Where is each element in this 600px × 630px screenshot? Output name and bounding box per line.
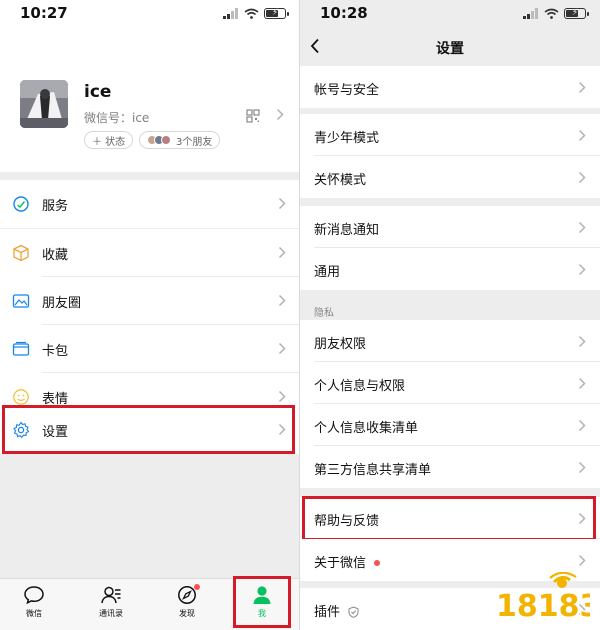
chat-bubble-icon — [24, 586, 44, 605]
site-watermark-logo: 18183 — [495, 572, 590, 624]
tab-discover[interactable]: 发现 — [163, 584, 211, 627]
section-title-privacy: 隐私 — [314, 308, 334, 319]
qr-code-icon[interactable] — [246, 109, 260, 123]
settings-item-label-wrap: 插件 — [314, 601, 359, 620]
chevron-right-icon — [278, 197, 286, 210]
tab-label: 发现 — [179, 609, 195, 618]
sticker-icon — [13, 389, 29, 405]
chevron-right-icon — [578, 377, 586, 390]
menu-item-moments[interactable]: 朋友圈 — [0, 277, 300, 325]
me-tab-highlight-box — [233, 576, 291, 628]
friends-pill[interactable]: 3个朋友 — [139, 131, 221, 149]
settings-highlight-box — [2, 405, 295, 454]
shield-icon — [348, 605, 359, 618]
favorites-icon — [13, 244, 29, 262]
help-feedback-highlight-box — [302, 496, 596, 541]
tab-label: 通讯录 — [99, 609, 123, 618]
signal-icon — [523, 7, 538, 19]
chevron-right-icon — [578, 81, 586, 94]
status-icons: ⚡ — [523, 7, 589, 19]
settings-item-label: 朋友权限 — [314, 337, 367, 352]
profile-card[interactable]: ice 微信号：ice ＋ 状态 3个朋友 — [0, 26, 300, 172]
chevron-right-icon — [578, 221, 586, 234]
status-time: 10:28 — [320, 4, 368, 22]
tab-chats[interactable]: 微信 — [10, 585, 58, 627]
settings-item-label: 新消息通知 — [314, 223, 380, 238]
chevron-right-icon — [278, 246, 286, 259]
settings-item-account-security[interactable]: 帐号与安全 — [300, 66, 600, 108]
settings-item-label: 关怀模式 — [314, 173, 367, 188]
menu-label: 卡包 — [42, 344, 69, 359]
settings-item-label: 青少年模式 — [314, 131, 380, 146]
contacts-icon — [101, 586, 121, 604]
page-title: 设置 — [436, 41, 464, 57]
chevron-right-icon — [578, 263, 586, 276]
menu-label: 朋友圈 — [42, 296, 82, 311]
wifi-icon — [244, 8, 259, 19]
settings-item-label: 关于微信 — [314, 556, 367, 571]
signal-icon — [223, 7, 238, 19]
wifi-icon — [544, 8, 559, 19]
chevron-right-icon — [278, 294, 286, 307]
menu-label: 收藏 — [42, 248, 69, 263]
menu-item-card-wallet[interactable]: 卡包 — [0, 325, 300, 373]
battery-icon: ⚡ — [564, 7, 589, 19]
settings-item-personal-info-list[interactable]: 个人信息收集清单 — [300, 404, 600, 446]
chevron-right-icon — [578, 129, 586, 142]
settings-item-notifications[interactable]: 新消息通知 — [300, 206, 600, 248]
settings-item-label: 个人信息收集清单 — [314, 421, 419, 436]
status-time: 10:27 — [20, 4, 68, 22]
settings-item-label: 插件 — [314, 605, 341, 620]
update-red-dot — [374, 559, 381, 566]
navigation-bar: 设置 — [300, 26, 600, 66]
discover-badge-dot — [194, 584, 200, 590]
settings-item-third-party-sharing[interactable]: 第三方信息共享清单 — [300, 446, 600, 488]
chevron-right-icon — [578, 171, 586, 184]
chevron-right-icon — [278, 342, 286, 355]
avatar-photo — [20, 80, 68, 128]
menu-item-favorites[interactable]: 收藏 — [0, 229, 300, 277]
settings-item-personal-info-permissions[interactable]: 个人信息与权限 — [300, 362, 600, 404]
profile-name: ice — [84, 82, 112, 102]
card-wallet-icon — [12, 341, 30, 356]
chevron-right-icon — [578, 419, 586, 432]
chevron-right-icon — [578, 554, 586, 567]
status-bar: 10:27 ⚡ — [0, 0, 300, 26]
chevron-right-icon — [278, 390, 286, 403]
watermark-text: 18183 — [496, 589, 590, 624]
chevron-right-icon — [276, 108, 284, 121]
moments-icon — [12, 294, 30, 308]
chevron-right-icon — [578, 335, 586, 348]
settings-item-label: 通用 — [314, 265, 341, 280]
friends-pill-label: 3个朋友 — [176, 136, 213, 148]
settings-item-care-mode[interactable]: 关怀模式 — [300, 156, 600, 198]
friend-avatars — [147, 135, 171, 145]
menu-label: 服务 — [42, 199, 69, 214]
chevron-right-icon — [578, 461, 586, 474]
service-icon — [13, 196, 29, 212]
settings-item-general[interactable]: 通用 — [300, 248, 600, 290]
avatar[interactable] — [20, 80, 68, 128]
me-screen: 10:27 ⚡ ice 微信号：ice ＋ 状态 3个朋友 服务 收藏 朋友圈 … — [0, 0, 300, 630]
settings-item-label: 个人信息与权限 — [314, 379, 406, 394]
status-pill[interactable]: ＋ 状态 — [84, 131, 134, 149]
settings-item-label: 帐号与安全 — [314, 83, 380, 98]
status-pill-label: ＋ 状态 — [92, 136, 126, 148]
tab-label: 微信 — [26, 609, 42, 618]
settings-item-label: 第三方信息共享清单 — [314, 463, 432, 478]
wechat-id: 微信号：ice — [84, 111, 150, 125]
status-bar: 10:28 ⚡ — [300, 0, 600, 26]
settings-item-teen-mode[interactable]: 青少年模式 — [300, 114, 600, 156]
settings-item-friend-permissions[interactable]: 朋友权限 — [300, 320, 600, 362]
battery-icon: ⚡ — [264, 7, 289, 19]
menu-item-services[interactable]: 服务 — [0, 180, 300, 228]
settings-screen: 10:28 ⚡ 设置 帐号与安全 青少年模式 关怀模式 新消息通知 通用 隐私 — [300, 0, 600, 630]
status-icons: ⚡ — [223, 7, 289, 19]
settings-item-label-wrap: 关于微信 — [314, 552, 381, 571]
tab-contacts[interactable]: 通讯录 — [87, 585, 135, 627]
